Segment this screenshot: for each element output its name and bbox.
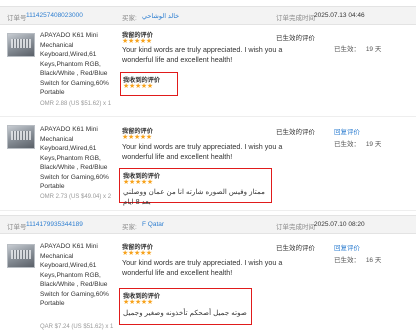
reply-review-link[interactable]: 回复评价 [334,242,360,252]
buyer-name-link[interactable]: خالد الوشاحي [142,12,179,20]
order-number-label: 订单号 [7,224,27,231]
effective-days-value: 19 天 [365,141,382,148]
buyer-label: 买家: [122,15,137,22]
given-review-stars: ★★★★★ [122,250,152,257]
received-review-stars: ★★★★★ [123,179,153,186]
product-price: QAR $7.24 (US $51.62) x 1 [40,324,114,330]
order-number-link[interactable]: 1114257408023000 [26,12,83,19]
order-header: 订单号 1114257408023000 买家: خالد الوشاحي 订单… [0,6,416,25]
received-review-stars: ★★★★★ [123,299,153,306]
order-time: 2025.07.13 04:46 [314,12,365,19]
effective-days: 已生效： 19 天 [334,138,381,148]
order-time-label: 订单完成时间 [276,224,315,231]
review-status: 已生效的评价 [276,245,315,252]
order-header: 订单号 1114179935344189 买家: F Qatar 订单完成时间 … [0,215,416,234]
order-number-label: 订单号 [7,15,27,22]
product-title-link[interactable]: APAYADO K61 Mini Mechanical Keyboard,Wir… [40,31,110,98]
given-review-text: Your kind words are truly appreciated. I… [122,45,283,64]
effective-days-label: 已生效： [334,141,360,148]
effective-days: 已生效： 19 天 [334,43,381,53]
effective-days-value: 19 天 [365,46,382,53]
product-thumbnail[interactable] [7,244,35,268]
product-thumbnail[interactable] [7,125,35,149]
order-time-label: 订单完成时间 [276,15,315,22]
effective-days-value: 16 天 [365,257,382,264]
review-status: 已生效的评价 [276,35,315,42]
received-review-text: صوته جميل أصحكم تأخذونه وصغير وجميل [123,308,247,317]
given-review-stars: ★★★★★ [122,38,152,45]
order-number-link[interactable]: 1114179935344189 [26,221,83,228]
given-review-stars: ★★★★★ [122,134,152,141]
buyer-name-link[interactable]: F Qatar [142,221,164,228]
effective-days-label: 已生效： [334,46,360,53]
review-status: 已生效的评价 [276,129,315,136]
product-title-link[interactable]: APAYADO K61 Mini Mechanical Keyboard,Wir… [40,125,110,192]
product-price: OMR 2.88 (US $51.62) x 1 [40,101,112,107]
product-title-link[interactable]: APAYADO K61 Mini Mechanical Keyboard,Wir… [40,242,110,309]
buyer-label: 买家: [122,224,137,231]
given-review-text: Your kind words are truly appreciated. I… [122,142,283,161]
order-time: 2025.07.10 08:20 [314,221,365,228]
given-review-text: Your kind words are truly appreciated. I… [122,258,283,277]
reply-review-link[interactable]: 回复评价 [334,126,360,136]
order-item-row: APAYADO K61 Mini Mechanical Keyboard,Wir… [0,117,416,211]
received-review-stars: ★★★★★ [123,83,153,90]
product-price: OMR 2.73 (US $49.04) x 2 [40,194,112,200]
effective-days-label: 已生效： [334,257,360,264]
order-item-row: APAYADO K61 Mini Mechanical Keyboard,Wir… [0,25,416,117]
product-thumbnail[interactable] [7,33,35,57]
received-review-text: ممتاز وفيس الصوره شارته انا من عمان ووصل… [123,187,265,206]
effective-days: 已生效： 16 天 [334,254,381,264]
order-item-row: APAYADO K61 Mini Mechanical Keyboard,Wir… [0,234,416,332]
